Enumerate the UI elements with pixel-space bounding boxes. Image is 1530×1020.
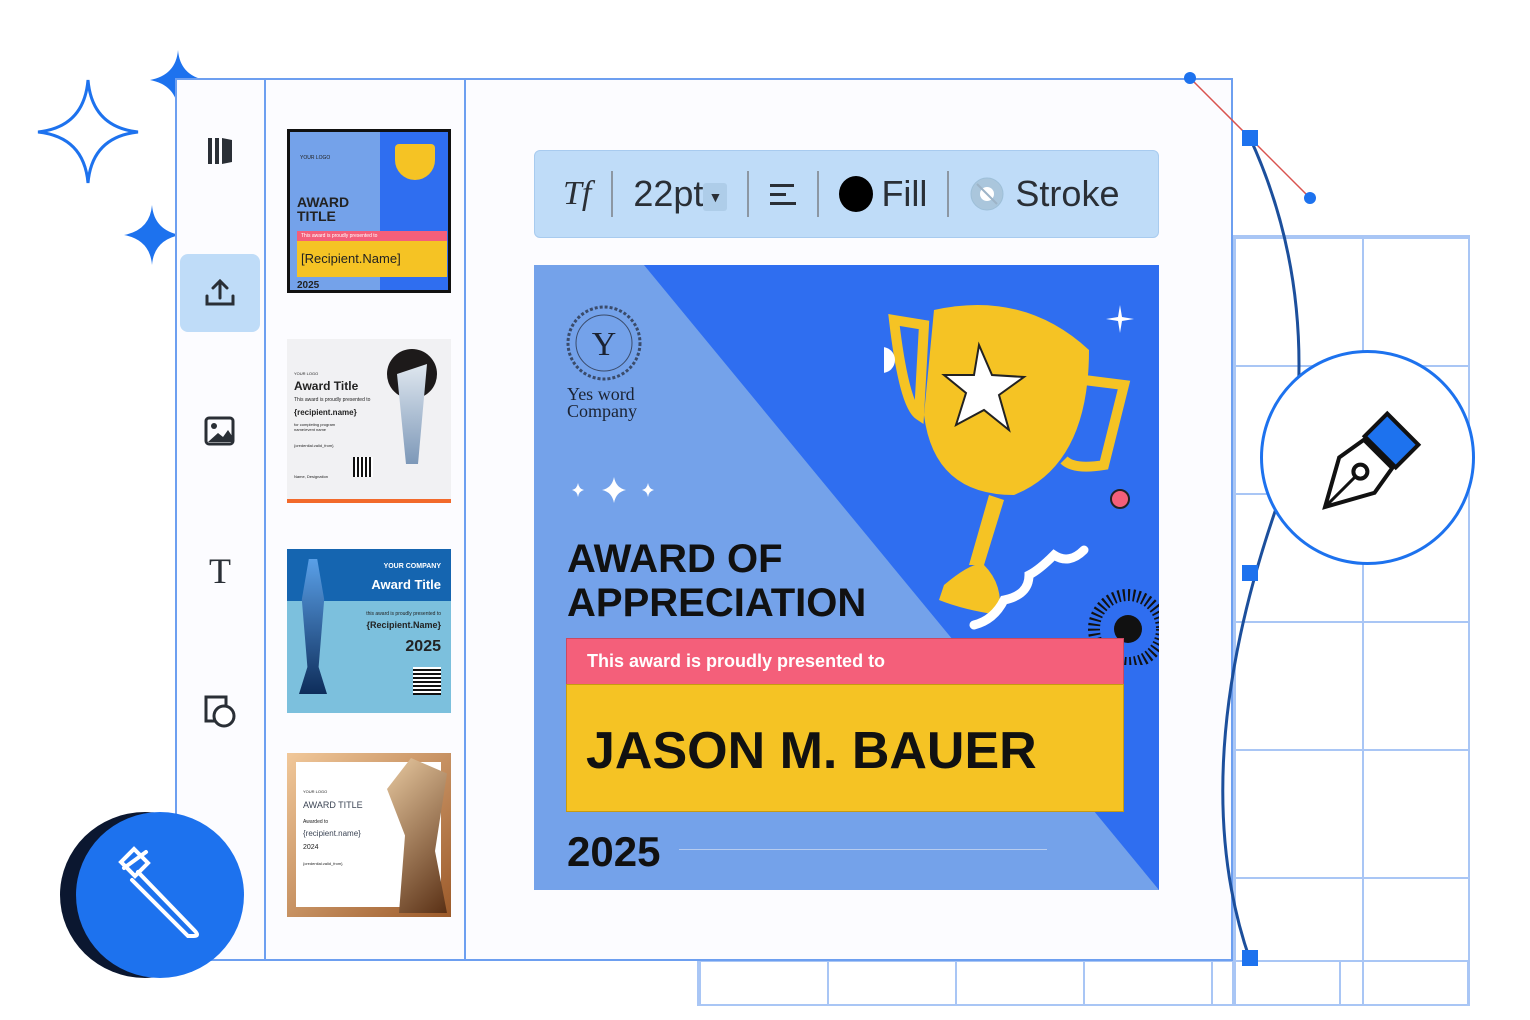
divider: [947, 171, 950, 217]
company-name: Yes word Company: [567, 385, 637, 421]
logo-text: YOUR LOGO: [300, 155, 331, 161]
thumb-recipient: {recipient.name}: [303, 829, 361, 838]
fill-button[interactable]: Fill: [839, 173, 927, 215]
trophy-illustration: [884, 305, 1159, 665]
divider: [747, 171, 750, 217]
font-size-value[interactable]: 22pt: [633, 173, 703, 215]
eyedropper-button[interactable]: [76, 812, 244, 978]
thumb-recipient: [Recipient.Name]: [297, 241, 447, 277]
font-family-button[interactable]: Tf: [563, 175, 591, 213]
recipient-box: JASON M. BAUER: [566, 684, 1124, 812]
title-line-2: APPRECIATION: [567, 581, 867, 625]
thumbnail-2[interactable]: YOUR LOGO Award Title This award is prou…: [287, 339, 451, 503]
sidebar-item-text[interactable]: T: [180, 532, 260, 610]
fill-label: Fill: [881, 173, 928, 214]
divider: [817, 171, 820, 217]
thumb-title: AWARD TITLE: [297, 194, 350, 224]
text-toolbar: Tf 22pt ▼ Fill Stroke: [534, 150, 1159, 238]
thumbnail-4[interactable]: YOUR LOGO AWARD TITLE Awarded to {recipi…: [287, 753, 451, 917]
logo-text: YOUR LOGO: [303, 789, 328, 794]
thumb-recipient: {recipient.name}: [294, 408, 357, 417]
thumb-detail: for completing program name/event name: [294, 422, 336, 432]
chevron-down-icon: ▼: [708, 189, 723, 205]
thumb-recipient: {Recipient.Name}: [366, 620, 441, 630]
thumb-title: AWARD TITLE: [303, 800, 363, 810]
upload-icon: [205, 278, 235, 306]
divider: [611, 171, 614, 217]
sidebar-item-templates[interactable]: [180, 112, 260, 190]
award-year[interactable]: 2025: [567, 828, 660, 876]
thumb-title: Award Title: [294, 379, 359, 393]
company-logo: Y: [566, 305, 642, 381]
award-title[interactable]: AWARD OF APPRECIATION: [567, 537, 866, 625]
pen-tool-button[interactable]: [1260, 350, 1475, 565]
decorative-grid-bottom: [697, 960, 1470, 1006]
stroke-label: Stroke: [1015, 173, 1120, 214]
fill-color-swatch: [839, 176, 874, 212]
thumb-subtitle: This award is proudly presented to: [297, 231, 447, 241]
font-size-dropdown[interactable]: ▼: [703, 183, 728, 211]
text-icon: T: [209, 551, 231, 591]
thumb-signature: Name, Designation: [294, 474, 329, 479]
presented-bar: This award is proudly presented to: [566, 638, 1124, 685]
certificate-canvas[interactable]: Y Yes word Company AWARD OF APPRECIATION T…: [534, 265, 1159, 890]
image-icon: [204, 416, 235, 446]
year-line: [679, 849, 1047, 850]
presented-text[interactable]: This award is proudly presented to: [587, 651, 885, 672]
logo-text: YOUR LOGO: [294, 371, 319, 376]
thumb-credential: {credential.valid_from}: [303, 861, 343, 866]
thumbnail-3[interactable]: YOUR COMPANY Award Title this award is p…: [287, 549, 451, 713]
eyedropper-icon: [118, 846, 199, 938]
thumb-company: YOUR COMPANY: [383, 563, 441, 570]
thumb-year: 2024: [303, 844, 319, 851]
thumb-credential: {credential.valid_from}: [294, 443, 334, 448]
shapes-icon: [204, 695, 236, 728]
thumb-year: 2025: [297, 280, 320, 291]
align-left-icon[interactable]: [769, 181, 797, 207]
sidebar-item-upload[interactable]: [180, 254, 260, 332]
thumb-year: 2025: [405, 638, 441, 655]
sidebar-item-images[interactable]: [180, 392, 260, 470]
anchor-handle: [1242, 950, 1258, 966]
anchor-handle: [1242, 565, 1258, 581]
book-panel-icon: [208, 138, 232, 164]
pen-tool-icon: [1322, 410, 1422, 510]
stroke-button[interactable]: Stroke: [969, 173, 1119, 215]
thumb-subtitle: this award is proudly presented to: [366, 611, 441, 617]
recipient-name[interactable]: JASON M. BAUER: [586, 721, 1037, 781]
sidebar-item-shapes[interactable]: [180, 672, 260, 750]
sparkle-decoration: [572, 477, 654, 503]
company-line-2: Company: [567, 401, 637, 421]
stroke-none-icon: [970, 177, 1004, 211]
anchor-handle: [1242, 130, 1258, 146]
thumb-subtitle: This award is proudly presented to: [294, 397, 371, 403]
title-line-1: AWARD OF: [567, 537, 783, 581]
thumbnail-1[interactable]: YOUR LOGO AWARD TITLE This award is prou…: [287, 129, 451, 293]
thumb-subtitle: Awarded to: [303, 819, 329, 825]
thumb-title: Award Title: [371, 577, 441, 592]
template-thumbnails: YOUR LOGO AWARD TITLE This award is prou…: [265, 78, 466, 961]
svg-text:Y: Y: [592, 326, 617, 363]
